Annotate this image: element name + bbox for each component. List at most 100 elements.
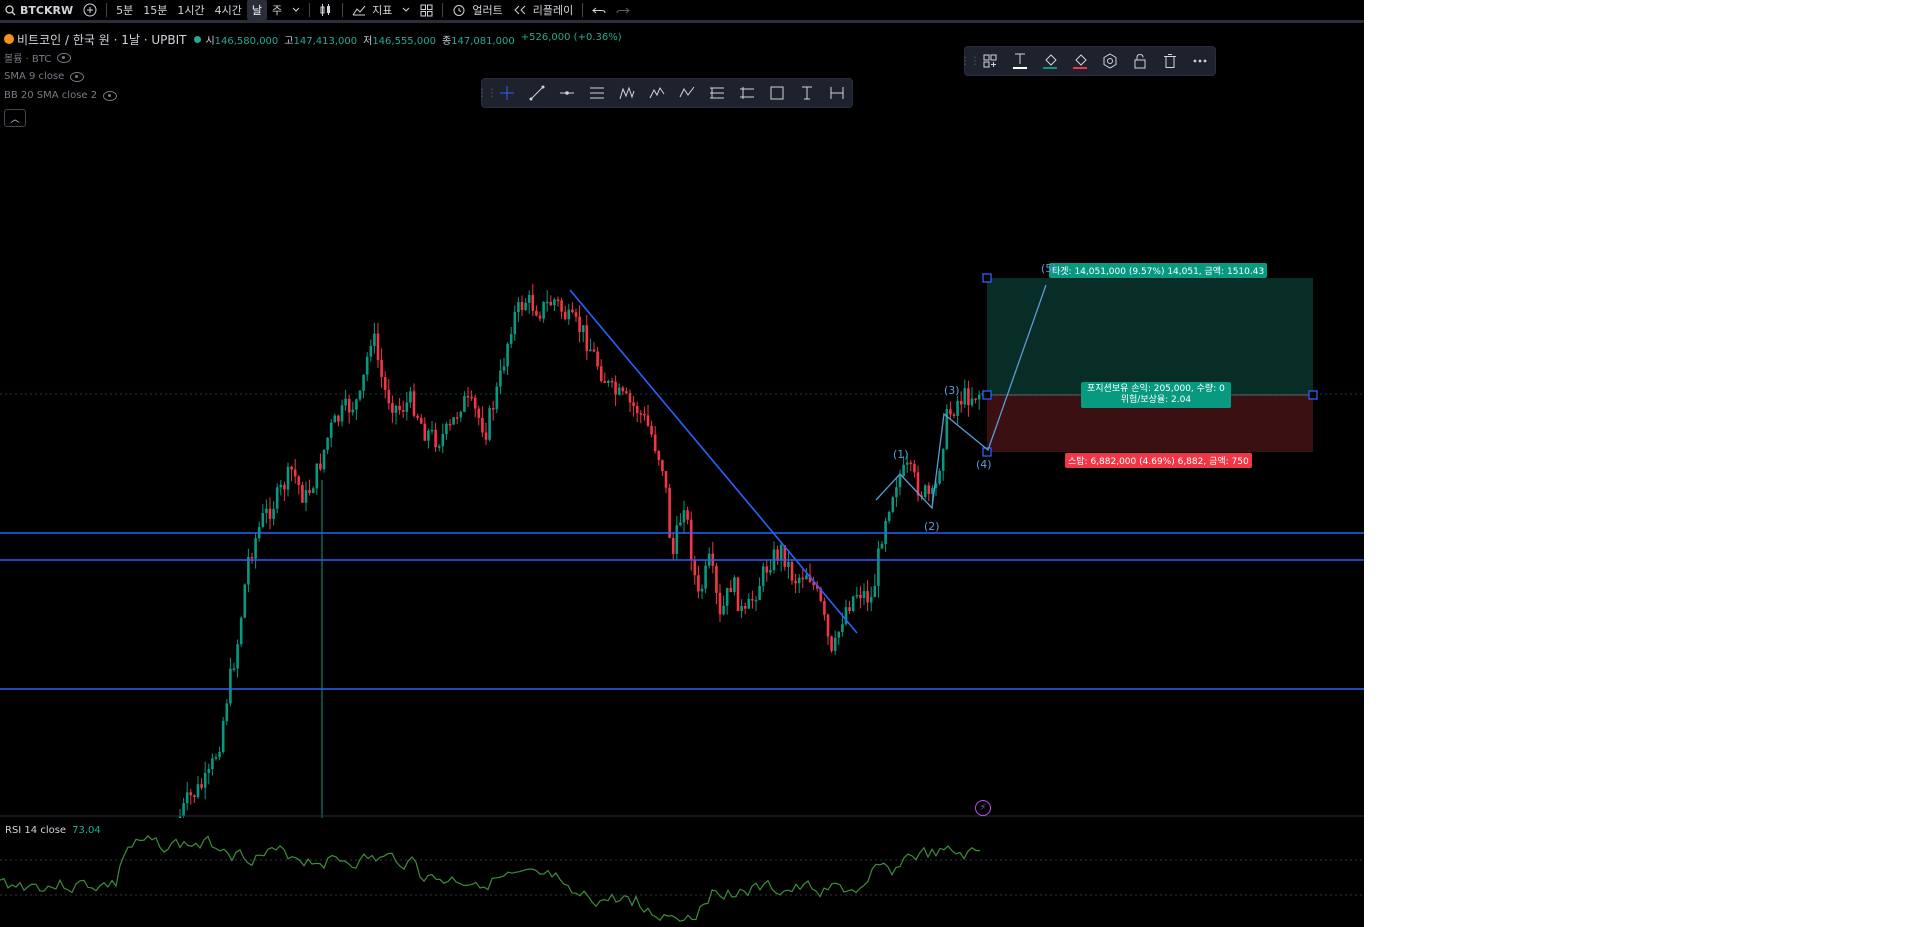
rectangle-tool[interactable] — [762, 79, 792, 107]
pattern-tool[interactable] — [612, 79, 642, 107]
settings-button[interactable] — [1095, 47, 1125, 75]
candle — [675, 515, 679, 560]
compare-symbol-button[interactable] — [78, 0, 102, 20]
interval-5m[interactable]: 5분 — [111, 0, 138, 20]
candle-body — [830, 636, 833, 651]
chart-type-button[interactable] — [314, 0, 338, 20]
redo-button[interactable] — [611, 0, 635, 20]
replay-button[interactable]: 리플레이 — [508, 0, 578, 20]
candle-body — [265, 508, 268, 514]
interval-1h[interactable]: 1시간 — [172, 0, 209, 20]
interval-dropdown[interactable] — [287, 0, 305, 20]
candle-body — [873, 585, 877, 598]
candle — [275, 483, 279, 514]
templates-icon — [983, 54, 997, 68]
interval-week[interactable]: 주 — [267, 0, 287, 20]
interval-15m[interactable]: 15분 — [138, 0, 172, 20]
alert-button[interactable]: 얼러트 — [447, 0, 507, 20]
crosshair-tool[interactable] — [492, 79, 522, 107]
fill-color-button[interactable] — [1035, 47, 1065, 75]
indicators-dropdown[interactable] — [397, 0, 415, 20]
chevron-down-icon — [292, 7, 300, 12]
symbol-title: 비트코인 / 한국 원 · 1날 · UPBIT — [17, 32, 187, 47]
abcd-pattern-tool[interactable] — [672, 79, 702, 107]
position-info-label[interactable]: 포지션보유 손익: 205,000, 수량: 0 위험/보상율: 2.04 — [1081, 382, 1231, 408]
candle — [355, 398, 358, 421]
interval-day[interactable]: 날 — [246, 0, 267, 20]
horizontal-ray-tool[interactable] — [552, 79, 582, 107]
wave-label-4[interactable]: (4) — [976, 458, 992, 471]
candle — [362, 374, 365, 399]
candle — [668, 483, 671, 539]
candle — [851, 595, 855, 613]
interval-4h[interactable]: 4시간 — [210, 0, 247, 20]
candle — [758, 577, 761, 601]
collapse-legend-button[interactable]: ︿ — [4, 109, 26, 127]
candle — [445, 421, 448, 440]
undo-button[interactable] — [587, 0, 611, 20]
wave-label-3[interactable]: (3) — [944, 384, 960, 397]
candle-body — [286, 466, 290, 490]
candle — [560, 297, 563, 319]
stop-label[interactable]: 스탑: 6,882,000 (4.69%) 6,882, 금액: 750 — [1065, 453, 1252, 468]
trendline-tool[interactable] — [522, 79, 552, 107]
text-color-button[interactable] — [1005, 47, 1035, 75]
candle-body — [758, 585, 761, 600]
divider — [106, 3, 108, 17]
candle — [535, 305, 538, 317]
candle-body — [506, 343, 509, 367]
drag-handle-icon[interactable]: ⋮⋮ — [477, 79, 497, 107]
wave-label-2[interactable]: (2) — [924, 520, 940, 533]
candle — [959, 391, 963, 413]
layouts-button[interactable] — [415, 0, 438, 20]
eye-hidden-icon[interactable] — [103, 90, 118, 101]
indicator-volume[interactable]: 볼륨 · BTC — [4, 48, 622, 67]
eye-hidden-icon[interactable] — [70, 71, 85, 82]
candle-body — [664, 471, 668, 488]
lock-button[interactable] — [1125, 47, 1155, 75]
candle — [297, 474, 301, 495]
stop-color-button[interactable] — [1065, 47, 1095, 75]
delete-button[interactable] — [1155, 47, 1185, 75]
parallel-channel-tool[interactable] — [582, 79, 612, 107]
templates-button[interactable] — [975, 47, 1005, 75]
text-tool[interactable] — [792, 79, 822, 107]
wave-label-5[interactable]: (5) — [1041, 262, 1057, 275]
candle-body — [527, 294, 531, 303]
drag-handle-icon[interactable]: ⋮⋮ — [960, 47, 980, 75]
candle-body — [531, 294, 535, 311]
candle-body — [553, 299, 556, 306]
measure-tool[interactable] — [822, 79, 852, 107]
candle-body — [376, 333, 380, 360]
candle-body — [232, 668, 236, 670]
target-label[interactable]: 타겟: 14,051,000 (9.57%) 14,051, 금액: 1510.… — [1049, 263, 1268, 278]
candle — [686, 506, 689, 525]
eye-hidden-icon[interactable] — [57, 52, 72, 63]
fib-retracement-tool[interactable] — [702, 79, 732, 107]
candle — [347, 394, 351, 424]
candle-body — [211, 758, 214, 769]
candle-body — [283, 484, 286, 490]
candle-body — [607, 380, 610, 383]
fib-extension-tool[interactable] — [732, 79, 762, 107]
candle — [337, 414, 340, 427]
candle-body — [542, 301, 545, 319]
symbol-search[interactable]: BTCKRW — [0, 0, 78, 20]
elliott-wave-tool[interactable] — [642, 79, 672, 107]
wave-label-1[interactable]: (1) — [893, 448, 909, 461]
candle — [700, 584, 704, 599]
more-button[interactable] — [1185, 47, 1215, 75]
candle — [225, 699, 229, 726]
candle-body — [938, 470, 941, 484]
candle-body — [484, 432, 488, 440]
indicators-button[interactable]: 지표 — [347, 0, 397, 20]
candle-body — [311, 488, 315, 493]
candle-body — [697, 575, 700, 592]
candle — [653, 426, 657, 454]
candle-body — [347, 398, 351, 413]
candle-body — [790, 561, 794, 581]
candle — [599, 359, 603, 383]
candle-body — [261, 513, 265, 527]
alert-lightning-icon[interactable]: ⚡ — [975, 800, 991, 816]
price-chart[interactable] — [0, 23, 1364, 927]
